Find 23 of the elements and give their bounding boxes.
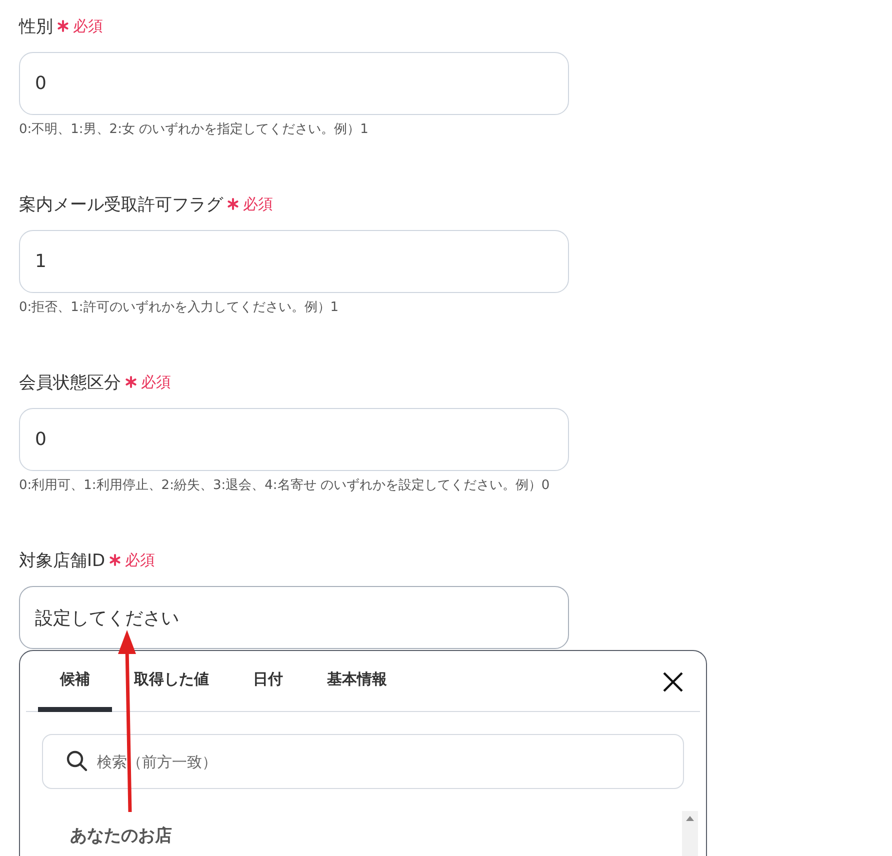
field-label: 対象店舗ID — [19, 550, 106, 572]
field-hint: 0:利用可、1:利用停止、2:紛失、3:退会、4:名寄せ のいずれかを設定してください。例）0 — [19, 477, 551, 494]
tab[interactable]: 基本情報 — [305, 651, 409, 712]
tab[interactable]: 候補 — [38, 651, 112, 712]
select-field[interactable]: 設定してください — [19, 586, 569, 649]
input-field[interactable]: 0 — [19, 408, 569, 471]
required-label: 必須 — [243, 194, 273, 214]
required-label: 必須 — [73, 16, 103, 36]
tab[interactable]: 日付 — [231, 651, 305, 712]
search-field[interactable]: 検索（前方一致） — [42, 734, 684, 789]
field-hint: 0:不明、1:男、2:女 のいずれかを指定してください。例）1 — [19, 121, 370, 138]
search-icon — [66, 750, 88, 772]
field-hint: 0:拒否、1:許可のいずれかを入力してください。例）1 — [19, 299, 340, 316]
close-icon[interactable] — [662, 671, 684, 693]
required-label: 必須 — [141, 372, 171, 392]
field-label: 案内メール受取許可フラグ — [19, 194, 223, 216]
required-label: 必須 — [125, 550, 156, 570]
input-field[interactable]: 1 — [19, 230, 569, 293]
tab[interactable]: 取得した値 — [112, 651, 231, 712]
field-label: 会員状態区分 — [19, 372, 121, 394]
section-title: あなたのお店 — [70, 825, 172, 847]
field-label: 性別 — [19, 16, 53, 38]
input-field[interactable]: 0 — [19, 52, 569, 115]
